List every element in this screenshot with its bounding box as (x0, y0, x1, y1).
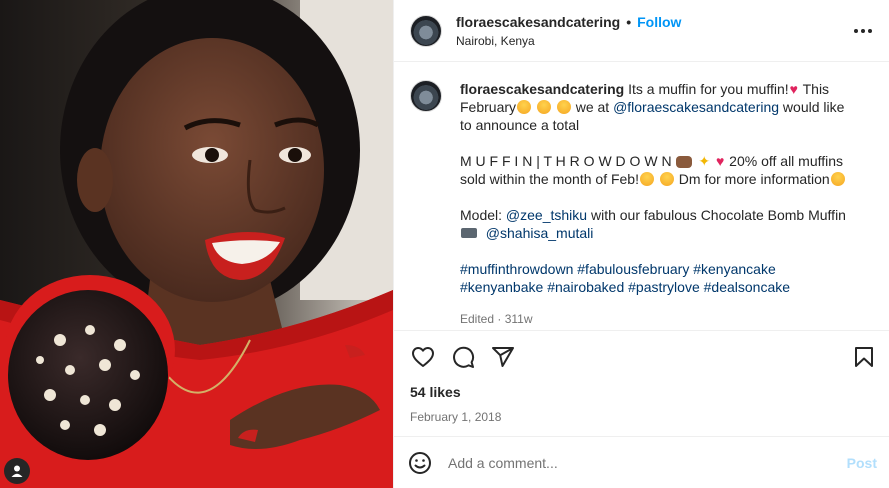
caption-text-3: we at (571, 99, 614, 115)
hashtag-link[interactable]: #kenyancake (693, 261, 776, 277)
instagram-post: floraescakesandcatering • Follow Nairobi… (0, 0, 889, 488)
emoji-button[interactable] (408, 451, 432, 475)
mention-brand-link[interactable]: @floraescakesandcatering (613, 99, 779, 115)
more-options-icon[interactable] (851, 19, 875, 43)
comment-input[interactable] (446, 453, 847, 472)
hashtag-link[interactable]: #kenyanbake (460, 279, 543, 295)
caption: floraescakesandcatering Its a muffin for… (460, 80, 858, 330)
caption-username[interactable]: floraescakesandcatering (460, 81, 624, 97)
tagged-user-icon[interactable] (4, 458, 30, 484)
hashtag-link[interactable]: #fabulousfebruary (577, 261, 689, 277)
save-button[interactable] (851, 344, 877, 370)
heart-eyes-emoji (536, 100, 551, 114)
sparkling-heart-emoji: ♥ (715, 153, 725, 169)
post-comment-button[interactable]: Post (847, 455, 877, 471)
post-photo[interactable] (0, 0, 393, 488)
profile-avatar[interactable] (410, 14, 442, 47)
share-icon (492, 346, 514, 367)
mention-model-link[interactable]: @zee_tshiku (506, 207, 587, 223)
emoji-icon (409, 451, 431, 474)
relieved-emoji (556, 100, 571, 114)
action-bar (394, 330, 889, 382)
header-username[interactable]: floraescakesandcatering (456, 14, 620, 30)
bookmark-icon (855, 346, 873, 367)
heart-icon (412, 346, 434, 367)
hashtag-link[interactable]: #dealsoncake (704, 279, 790, 295)
comment-bar: Post (394, 436, 889, 488)
post-age[interactable]: 311w (505, 312, 533, 326)
mention-photographer-link[interactable]: @shahisa_mutali (486, 225, 594, 241)
caption-text-7: Dm for more information (674, 171, 830, 187)
share-button[interactable] (490, 344, 516, 370)
meta-separator: · (494, 312, 505, 326)
raised-hands-emoji (676, 156, 693, 168)
caption-text-8: Model: (460, 207, 506, 223)
hashtag-link[interactable]: #nairobaked (547, 279, 624, 295)
comment-icon (453, 346, 475, 368)
likes-count[interactable]: 54 likes (394, 384, 889, 400)
hashtag-link[interactable]: #pastrylove (628, 279, 700, 295)
comment-button[interactable] (450, 344, 476, 370)
follow-button[interactable]: Follow (637, 14, 681, 30)
like-button[interactable] (410, 344, 436, 370)
hashtags: #muffinthrowdown #fabulousfebruary #keny… (460, 260, 858, 296)
grin-emoji-2 (659, 172, 674, 186)
caption-meta: Edited · 311w (460, 310, 858, 328)
caption-area: floraescakesandcatering Its a muffin for… (394, 62, 889, 330)
post-image (0, 0, 393, 488)
post-date[interactable]: February 1, 2018 (394, 410, 889, 424)
header-text: floraescakesandcatering • Follow Nairobi… (456, 14, 851, 48)
header-separator: • (626, 13, 632, 30)
sparkles-emoji: ✦ (698, 153, 711, 169)
post-header: floraescakesandcatering • Follow Nairobi… (394, 0, 889, 62)
grin-emoji-3 (830, 172, 845, 186)
camera-emoji (461, 228, 477, 238)
hashtag-link[interactable]: #muffinthrowdown (460, 261, 573, 277)
caption-avatar[interactable] (410, 80, 442, 112)
grin-emoji (640, 172, 654, 186)
location-label[interactable]: Nairobi, Kenya (456, 34, 851, 48)
caption-text-1: Its a muffin for you muffin! (628, 81, 789, 97)
edited-label: Edited (460, 312, 495, 326)
caption-text-5: M U F F I N | T H R O W D O W N (460, 153, 676, 169)
red-heart-emoji: ♥ (789, 81, 798, 97)
caption-text-9: with our fabulous Chocolate Bomb Muffin (587, 207, 846, 223)
post-side-panel: floraescakesandcatering • Follow Nairobi… (393, 0, 889, 488)
smile-emoji (517, 100, 532, 114)
